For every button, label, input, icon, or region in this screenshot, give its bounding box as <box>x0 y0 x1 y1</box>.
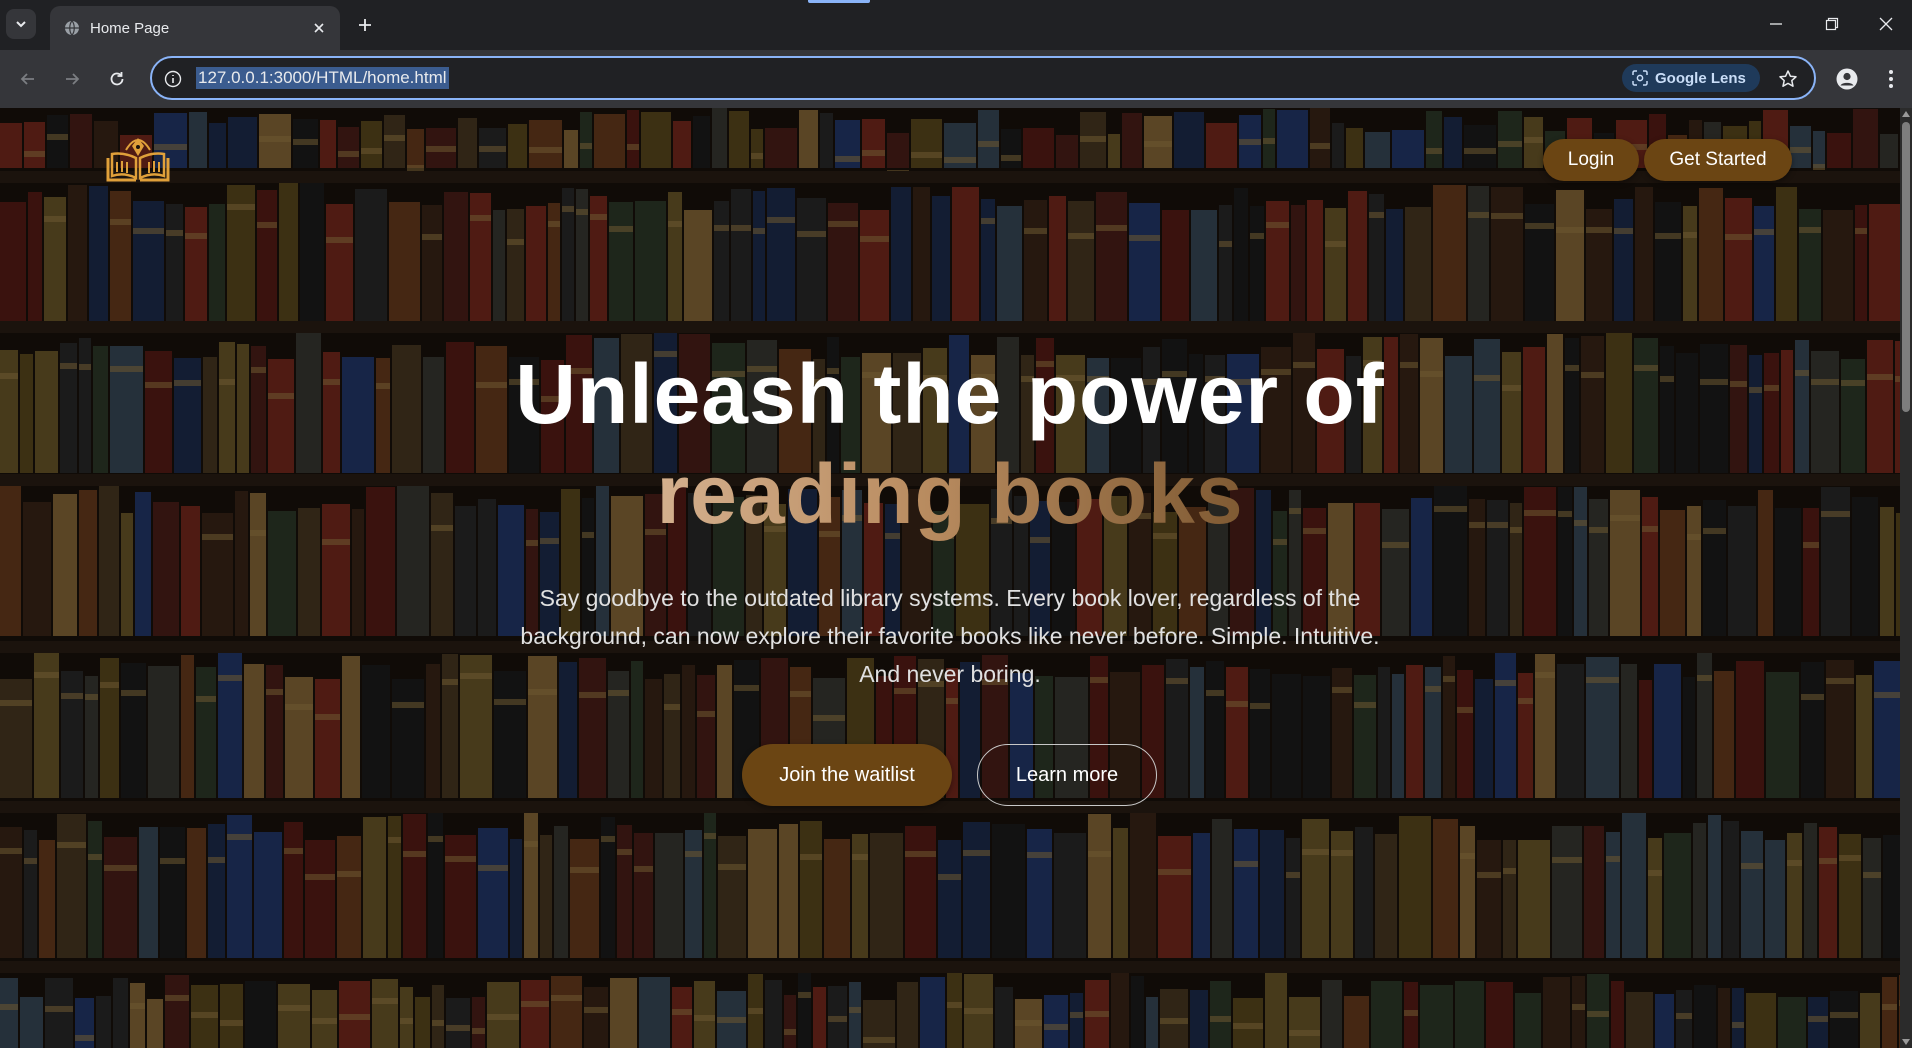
restore-icon <box>1825 17 1839 31</box>
lens-icon <box>1632 70 1648 86</box>
hero-title-highlight: reading books <box>656 447 1244 541</box>
close-icon <box>314 23 324 33</box>
hero-subtitle: Say goodbye to the outdated library syst… <box>520 585 1380 687</box>
tab-strip: Home Page <box>0 0 1912 50</box>
scroll-up-arrow[interactable] <box>1900 108 1912 120</box>
arrow-right-icon <box>66 73 80 85</box>
minimize-button[interactable] <box>1748 0 1804 48</box>
browser-toolbar: 127.0.0.1:3000/HTML/home.html Google Len… <box>0 50 1912 108</box>
book-logo-icon[interactable] <box>104 136 172 184</box>
scrollbar-thumb[interactable] <box>1902 122 1910 412</box>
join-waitlist-button[interactable]: Join the waitlist <box>742 744 952 806</box>
site-info-button[interactable] <box>162 68 184 90</box>
window-accent <box>808 0 870 3</box>
hero-title-line2: reading books <box>0 446 1900 543</box>
hero-title-line1: Unleash the power of <box>515 347 1385 441</box>
scroll-down-arrow[interactable] <box>1900 1036 1912 1048</box>
browser-menu-button[interactable] <box>1878 64 1904 94</box>
triangle-down-icon <box>1902 1039 1910 1045</box>
url-text[interactable]: 127.0.0.1:3000/HTML/home.html <box>196 67 449 89</box>
learn-more-button[interactable]: Learn more <box>977 744 1157 806</box>
close-window-button[interactable] <box>1860 0 1912 48</box>
get-started-button[interactable]: Get Started <box>1644 139 1792 181</box>
page-viewport: Login Get Started Unleash the power of r… <box>0 108 1900 1048</box>
tab-search-button[interactable] <box>6 9 36 39</box>
address-bar[interactable]: 127.0.0.1:3000/HTML/home.html Google Len… <box>150 56 1816 100</box>
info-icon <box>164 70 182 88</box>
close-tab-button[interactable] <box>308 17 330 39</box>
star-icon <box>1779 70 1797 87</box>
new-tab-button[interactable] <box>352 12 378 38</box>
globe-icon <box>65 20 79 36</box>
restore-button[interactable] <box>1804 0 1860 48</box>
reload-button[interactable] <box>101 63 133 95</box>
login-button[interactable]: Login <box>1543 139 1639 181</box>
plus-icon <box>359 19 371 31</box>
forward-button[interactable] <box>56 63 88 95</box>
triangle-up-icon <box>1902 111 1910 117</box>
close-icon <box>1879 17 1893 31</box>
back-button[interactable] <box>12 63 44 95</box>
page-scrollbar[interactable] <box>1900 108 1912 1048</box>
reload-icon <box>110 72 124 86</box>
arrow-left-icon <box>20 73 34 85</box>
google-lens-button[interactable]: Google Lens <box>1622 64 1760 92</box>
chevron-down-icon <box>16 21 26 28</box>
background-overlay <box>0 108 1900 1048</box>
profile-button[interactable] <box>1832 64 1862 94</box>
bookmark-button[interactable] <box>1776 67 1800 91</box>
minimize-icon <box>1770 23 1782 25</box>
more-vertical-icon <box>1889 70 1893 88</box>
tab-title: Home Page <box>90 20 170 37</box>
avatar-icon <box>1836 68 1858 90</box>
lens-label: Google Lens <box>1655 69 1746 87</box>
browser-tab[interactable]: Home Page <box>50 6 340 50</box>
